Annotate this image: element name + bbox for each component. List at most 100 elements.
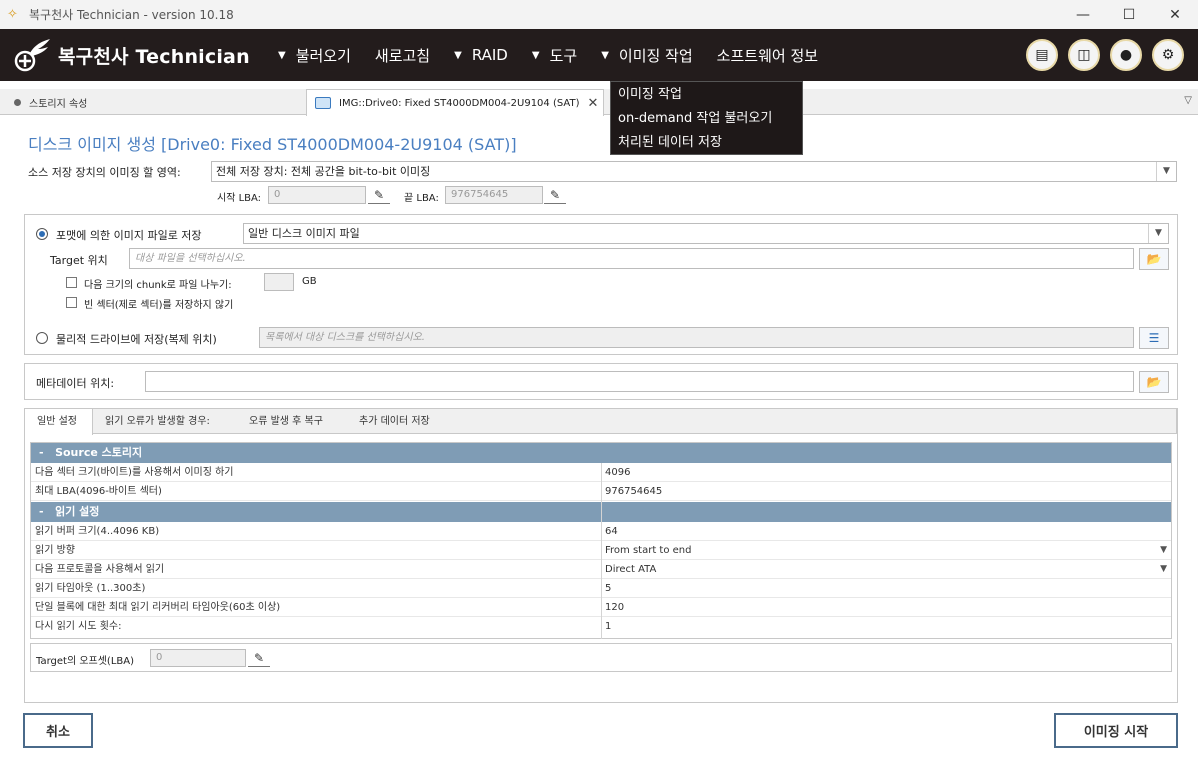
tab-label: 스토리지 속성	[29, 99, 88, 110]
property-key: 읽기 버퍼 크기(4..4096 KB)	[35, 526, 160, 537]
property-key: 다시 읽기 시도 횟수:	[35, 621, 122, 632]
tab-image[interactable]: IMG::Drive0: Fixed ST4000DM004-2U9104 (S…	[306, 89, 604, 116]
section-title: 읽기 설정	[55, 505, 100, 518]
start-lba-label: 시작 LBA:	[217, 193, 262, 204]
caret-down-icon: ▼	[531, 49, 540, 61]
dropdown-item-ondemand[interactable]: on-demand 작업 불러오기	[611, 108, 802, 132]
target-location-input[interactable]: 대상 파일을 선택하십시오.	[129, 248, 1134, 269]
panel-icon[interactable]: ◫	[1068, 39, 1100, 71]
property-grid: - Source 스토리지 다음 섹터 크기(바이트)를 사용해서 이미징 하기…	[30, 442, 1172, 639]
metadata-location-label: 메타데이터 위치:	[36, 377, 115, 390]
tab-storage-properties[interactable]: 스토리지 속성	[4, 91, 304, 114]
browse-folder-button[interactable]: 📂	[1139, 248, 1169, 270]
start-lba-field[interactable]: 0	[268, 186, 366, 204]
settings-tab-strip: 일반 설정 읽기 오류가 발생할 경우: 오류 발생 후 복구 추가 데이터 저…	[24, 408, 1177, 435]
book-icon[interactable]: ▤	[1026, 39, 1058, 71]
folder-icon: 📂	[1146, 375, 1162, 389]
title-bar: ✧ 복구천사 Technician - version 10.18 — ☐ ✕	[0, 0, 1198, 29]
target-disk-input[interactable]: 목록에서 대상 디스크를 선택하십시오.	[259, 327, 1134, 348]
main-navbar: 복구천사 Technician ▼ 불러오기 새로고침 ▼ RAID ▼ 도구 ▼ 이미…	[0, 29, 1198, 81]
target-offset-field[interactable]: 0	[150, 649, 246, 667]
property-value: 976754645	[605, 486, 663, 497]
menu-label: 소프트웨어 정보	[716, 46, 819, 65]
property-key: 단일 블록에 대한 최대 읽기 리커버리 타임아웃(60초 이상)	[35, 602, 281, 613]
select-value: 일반 디스크 이미지 파일	[248, 227, 360, 240]
property-value: 4096	[605, 467, 631, 478]
save-physical-drive-label: 물리적 드라이브에 저장(복제 위치)	[56, 333, 217, 346]
radio-save-physical-drive[interactable]	[36, 332, 48, 344]
property-value: 120	[605, 602, 625, 613]
chevron-down-icon[interactable]: ▼	[1160, 541, 1167, 560]
user-icon[interactable]: ●	[1110, 39, 1142, 71]
image-format-select[interactable]: 일반 디스크 이미지 파일 ▼	[243, 223, 1169, 244]
chunk-unit-label: GB	[302, 276, 317, 287]
minimize-icon[interactable]: —	[1060, 0, 1106, 29]
maximize-icon[interactable]: ☐	[1106, 0, 1152, 29]
tab-extra-data[interactable]: 추가 데이터 저장	[359, 409, 430, 434]
tab-read-errors[interactable]: 읽기 오류가 발생할 경우:	[105, 409, 210, 434]
skip-empty-checkbox[interactable]	[66, 297, 77, 308]
gear-icon[interactable]: ⚙	[1152, 39, 1184, 71]
menu-label: 새로고침	[374, 46, 431, 65]
chevron-down-icon: ▼	[1156, 162, 1176, 181]
property-key: 최대 LBA(4096-바이트 섹터)	[35, 486, 162, 497]
chevron-down-icon[interactable]: ▼	[1160, 560, 1167, 579]
window-title: 복구천사 Technician - version 10.18	[29, 8, 234, 22]
property-value: From start to end	[605, 545, 692, 556]
collapse-icon: -	[39, 505, 44, 518]
property-key: 다음 프로토콜을 사용해서 읽기	[35, 564, 165, 575]
menu-imaging[interactable]: ▼ 이미징 작업	[601, 45, 692, 66]
property-value: 64	[605, 526, 618, 537]
menu-raid[interactable]: ▼ RAID	[454, 46, 508, 64]
property-value: 1	[605, 621, 612, 632]
chunk-size-input[interactable]	[264, 273, 294, 291]
property-value: Direct ATA	[605, 564, 657, 575]
brand: 복구천사 Technician	[12, 35, 250, 75]
close-icon[interactable]: ✕	[1152, 0, 1198, 29]
main-menu: ▼ 불러오기 새로고침 ▼ RAID ▼ 도구 ▼ 이미징 작업 소프트웨어 정보	[278, 29, 842, 81]
dot-icon	[14, 99, 21, 106]
tab-general-settings[interactable]: 일반 설정	[25, 409, 93, 435]
tab-list-icon[interactable]: ▽	[1184, 95, 1192, 106]
menu-refresh[interactable]: 새로고침	[375, 45, 430, 66]
start-imaging-button[interactable]: 이미징 시작	[1054, 713, 1178, 748]
source-area-label: 소스 저장 장치의 이미징 할 영역:	[28, 166, 181, 179]
section-source-storage[interactable]: - Source 스토리지	[31, 443, 1171, 463]
target-offset-label: Target의 오프셋(LBA)	[36, 656, 134, 667]
source-area-select[interactable]: 전체 저장 장치: 전체 공간을 bit-to-bit 이미징 ▼	[211, 161, 1177, 182]
skip-empty-label: 빈 섹터(제로 섹터)를 저장하지 않기	[84, 300, 234, 311]
dropdown-item-save-processed[interactable]: 처리된 데이터 저장	[611, 132, 802, 156]
edit-pen-icon[interactable]: ✎	[544, 187, 566, 204]
caret-down-icon: ▼	[601, 49, 609, 61]
disk-list-button[interactable]: ☰	[1139, 327, 1169, 349]
menu-label: 이미징 작업	[618, 46, 693, 65]
menu-about[interactable]: 소프트웨어 정보	[717, 45, 818, 66]
property-key: 다음 섹터 크기(바이트)를 사용해서 이미징 하기	[35, 467, 234, 478]
disk-icon	[315, 97, 331, 109]
dropdown-item-imaging[interactable]: 이미징 작업	[611, 84, 802, 108]
close-tab-icon[interactable]: ✕	[587, 96, 598, 111]
radio-save-image-file[interactable]	[36, 228, 48, 240]
edit-pen-icon[interactable]: ✎	[248, 650, 270, 667]
browse-metadata-button[interactable]: 📂	[1139, 371, 1169, 393]
chunk-split-label: 다음 크기의 chunk로 파일 나누기:	[84, 280, 232, 291]
caret-down-icon: ▼	[278, 49, 286, 61]
chunk-split-checkbox[interactable]	[66, 277, 77, 288]
menu-label: 불러오기	[295, 46, 351, 65]
edit-pen-icon[interactable]: ✎	[368, 187, 390, 204]
menu-tools[interactable]: ▼ 도구	[532, 45, 577, 66]
imaging-dropdown-menu: 이미징 작업 on-demand 작업 불러오기 처리된 데이터 저장	[610, 81, 803, 155]
cancel-button[interactable]: 취소	[23, 713, 93, 748]
select-value: 전체 저장 장치: 전체 공간을 bit-to-bit 이미징	[216, 165, 431, 178]
property-key: 읽기 방향	[35, 545, 75, 556]
nav-icon-group: ▤ ◫ ● ⚙	[1026, 39, 1194, 71]
chevron-down-icon: ▼	[1148, 224, 1168, 243]
page-title: 디스크 이미지 생성 [Drive0: Fixed ST4000DM004-2U…	[28, 135, 517, 154]
metadata-location-input[interactable]	[145, 371, 1134, 392]
window-controls: — ☐ ✕	[1060, 0, 1198, 29]
end-lba-field[interactable]: 976754645	[445, 186, 543, 204]
list-icon: ☰	[1148, 331, 1160, 345]
menu-load[interactable]: ▼ 불러오기	[278, 45, 351, 66]
column-divider	[601, 463, 602, 639]
tab-recovery[interactable]: 오류 발생 후 복구	[249, 409, 323, 434]
